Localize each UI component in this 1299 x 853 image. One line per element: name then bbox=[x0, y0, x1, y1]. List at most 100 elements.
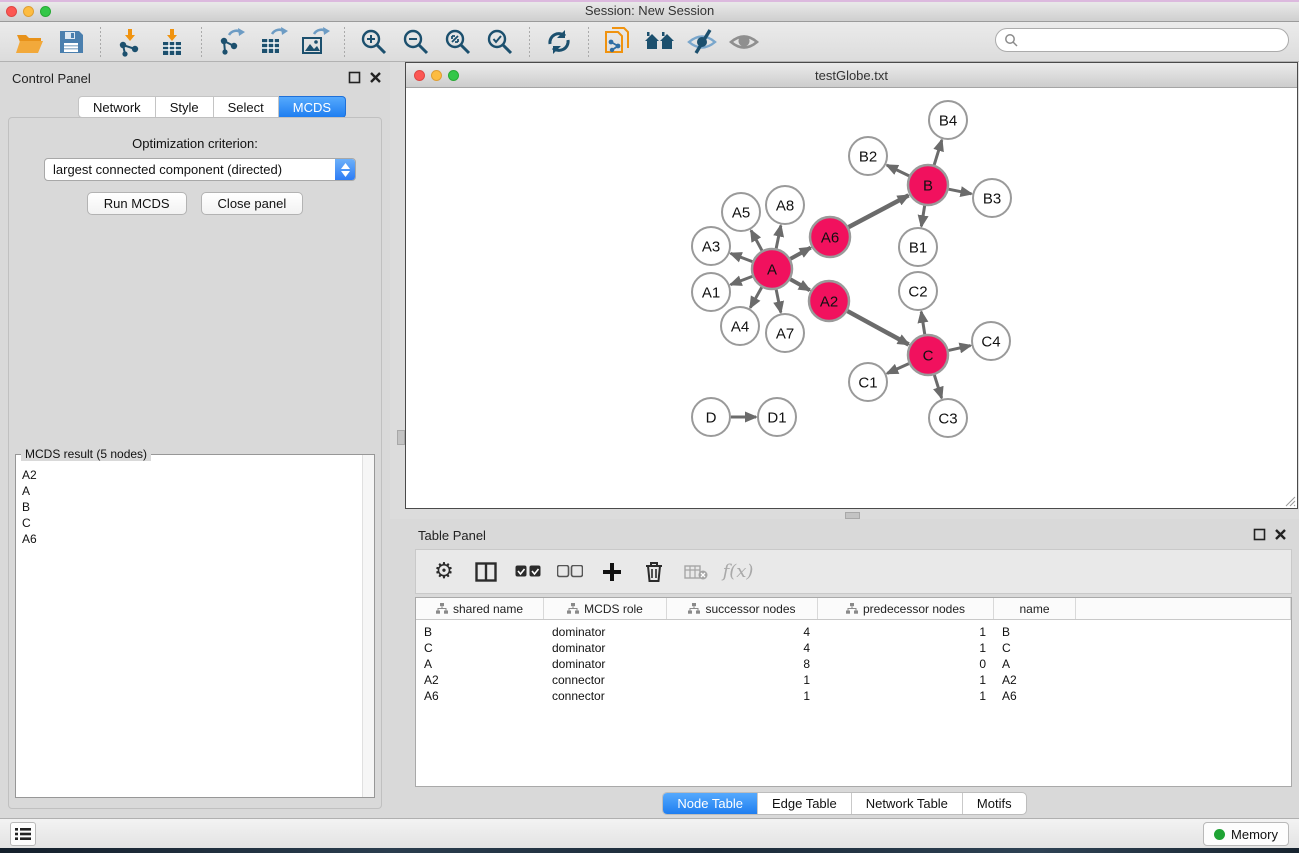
export-table-icon[interactable] bbox=[256, 25, 290, 59]
table-cell[interactable]: connector bbox=[544, 672, 667, 688]
tab-network-table[interactable]: Network Table bbox=[851, 793, 962, 814]
graph-edge-A-A8[interactable] bbox=[776, 226, 781, 249]
table-cell[interactable]: C bbox=[416, 640, 544, 656]
graph-edge-A-A4[interactable] bbox=[750, 287, 761, 307]
graph-edge-C-C4[interactable] bbox=[948, 346, 970, 351]
table-row[interactable]: A2connector11A2 bbox=[416, 672, 1291, 688]
table-row[interactable]: Cdominator41C bbox=[416, 640, 1291, 656]
graph-edge-C-C1[interactable] bbox=[887, 364, 909, 374]
task-history-button[interactable] bbox=[10, 822, 36, 846]
new-network-from-selection-icon[interactable] bbox=[601, 25, 635, 59]
select-all-columns-icon[interactable] bbox=[514, 558, 542, 586]
houses-icon[interactable] bbox=[643, 25, 677, 59]
tab-select[interactable]: Select bbox=[214, 96, 279, 118]
column-header-mcds-role[interactable]: MCDS role bbox=[544, 598, 667, 619]
table-cell[interactable]: 1 bbox=[667, 672, 818, 688]
mcds-result-item[interactable]: B bbox=[22, 499, 362, 515]
tab-edge-table[interactable]: Edge Table bbox=[757, 793, 851, 814]
table-row[interactable]: Adominator80A bbox=[416, 656, 1291, 672]
table-cell[interactable]: A2 bbox=[994, 672, 1076, 688]
minimize-window-button[interactable] bbox=[23, 6, 34, 17]
show-columns-icon[interactable] bbox=[472, 558, 500, 586]
open-file-icon[interactable] bbox=[12, 25, 46, 59]
graph-edge-A-A2[interactable] bbox=[790, 279, 810, 290]
table-cell[interactable]: 1 bbox=[818, 672, 994, 688]
table-cell[interactable]: A6 bbox=[416, 688, 544, 704]
network-minimize-button[interactable] bbox=[431, 70, 442, 81]
graph-edge-A-A5[interactable] bbox=[751, 230, 762, 250]
hide-selected-eye-slash-icon[interactable] bbox=[685, 25, 719, 59]
table-row[interactable]: Bdominator41B bbox=[416, 624, 1291, 640]
zoom-selected-icon[interactable] bbox=[483, 25, 517, 59]
float-panel-icon[interactable] bbox=[348, 71, 361, 84]
table-cell[interactable]: 4 bbox=[667, 640, 818, 656]
table-cell[interactable]: B bbox=[416, 624, 544, 640]
save-session-icon[interactable] bbox=[54, 25, 88, 59]
table-row[interactable]: A6connector11A6 bbox=[416, 688, 1291, 704]
deselect-all-columns-icon[interactable] bbox=[556, 558, 584, 586]
close-panel-icon[interactable] bbox=[369, 71, 382, 84]
delete-column-trash-icon[interactable] bbox=[640, 558, 668, 586]
table-cell[interactable]: dominator bbox=[544, 656, 667, 672]
graph-edge-A-A3[interactable] bbox=[731, 253, 753, 261]
graph-edge-A-A7[interactable] bbox=[776, 290, 781, 313]
add-column-icon[interactable] bbox=[598, 558, 626, 586]
table-cell[interactable]: 8 bbox=[667, 656, 818, 672]
network-canvas[interactable]: B4B2BB3A8A5A6A3B1AA1C2A2A4A7C4CC1DD1C3 bbox=[406, 88, 1297, 508]
graph-edge-B-B3[interactable] bbox=[949, 189, 972, 194]
table-cell[interactable]: A6 bbox=[994, 688, 1076, 704]
graph-edge-C-C2[interactable] bbox=[921, 312, 925, 335]
search-field[interactable] bbox=[995, 28, 1289, 52]
run-mcds-button[interactable]: Run MCDS bbox=[87, 192, 187, 215]
graph-edge-A2-C[interactable] bbox=[847, 311, 908, 344]
table-cell[interactable]: 1 bbox=[818, 640, 994, 656]
tab-network[interactable]: Network bbox=[78, 96, 156, 118]
table-cell[interactable]: A bbox=[994, 656, 1076, 672]
show-eye-icon[interactable] bbox=[727, 25, 761, 59]
float-table-panel-icon[interactable] bbox=[1253, 528, 1266, 541]
zoom-out-icon[interactable] bbox=[399, 25, 433, 59]
table-cell[interactable]: B bbox=[994, 624, 1076, 640]
table-cell[interactable]: 1 bbox=[818, 688, 994, 704]
mcds-result-item[interactable]: A2 bbox=[22, 467, 362, 483]
close-panel-button[interactable]: Close panel bbox=[201, 192, 304, 215]
graph-edge-A-A6[interactable] bbox=[790, 248, 810, 259]
tab-style[interactable]: Style bbox=[156, 96, 214, 118]
result-scrollbar[interactable] bbox=[362, 455, 374, 797]
column-header-shared-name[interactable]: shared name bbox=[416, 598, 544, 619]
import-network-icon[interactable] bbox=[113, 25, 147, 59]
horizontal-split-handle[interactable] bbox=[845, 512, 860, 519]
graph-edge-B-B4[interactable] bbox=[934, 140, 942, 165]
table-cell[interactable]: 4 bbox=[667, 624, 818, 640]
export-network-icon[interactable] bbox=[214, 25, 248, 59]
table-cell[interactable]: dominator bbox=[544, 624, 667, 640]
close-table-panel-icon[interactable] bbox=[1274, 528, 1287, 541]
table-cell[interactable]: connector bbox=[544, 688, 667, 704]
mcds-result-item[interactable]: A6 bbox=[22, 531, 362, 547]
export-image-icon[interactable] bbox=[298, 25, 332, 59]
tab-node-table[interactable]: Node Table bbox=[663, 793, 757, 814]
mcds-result-item[interactable]: C bbox=[22, 515, 362, 531]
zoom-fit-icon[interactable] bbox=[441, 25, 475, 59]
graph-edge-B-B1[interactable] bbox=[921, 206, 924, 227]
network-close-button[interactable] bbox=[414, 70, 425, 81]
memory-button[interactable]: Memory bbox=[1203, 822, 1289, 846]
graph-edge-C-C3[interactable] bbox=[934, 375, 941, 398]
vertical-split-handle[interactable] bbox=[397, 430, 405, 445]
refresh-icon[interactable] bbox=[542, 25, 576, 59]
delete-table-icon[interactable] bbox=[682, 558, 710, 586]
table-cell[interactable]: A2 bbox=[416, 672, 544, 688]
table-cell[interactable]: dominator bbox=[544, 640, 667, 656]
function-builder-button[interactable]: f(x) bbox=[724, 558, 752, 586]
graph-edge-A6-B[interactable] bbox=[849, 195, 909, 227]
column-header-predecessor-nodes[interactable]: predecessor nodes bbox=[818, 598, 994, 619]
column-header-successor-nodes[interactable]: successor nodes bbox=[667, 598, 818, 619]
table-cell[interactable]: A bbox=[416, 656, 544, 672]
table-cell[interactable]: 1 bbox=[818, 624, 994, 640]
search-input[interactable] bbox=[1023, 33, 1288, 47]
table-cell[interactable]: C bbox=[994, 640, 1076, 656]
graph-edge-A-A1[interactable] bbox=[731, 276, 753, 284]
mcds-result-item[interactable]: A bbox=[22, 483, 362, 499]
tab-motifs[interactable]: Motifs bbox=[962, 793, 1026, 814]
criterion-select[interactable]: largest connected component (directed) bbox=[44, 158, 356, 181]
